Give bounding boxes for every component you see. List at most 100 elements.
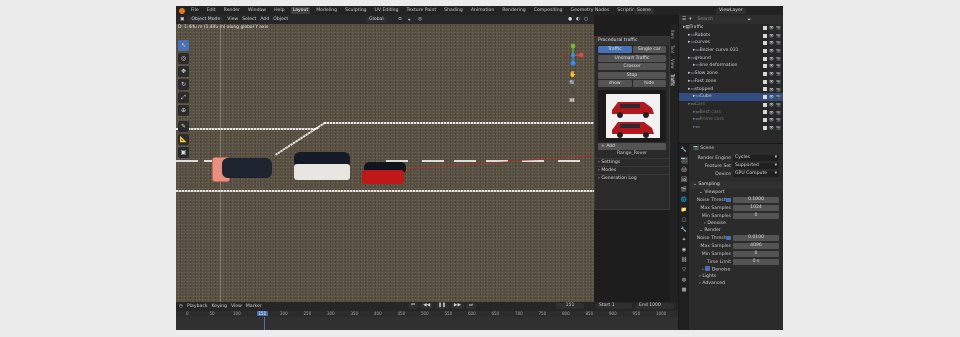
- snap-icon[interactable]: ⌖: [408, 17, 411, 23]
- transform-orientation-selector[interactable]: Global: [366, 16, 387, 23]
- outliner-row[interactable]: ▸ ▭ Cube 👁 📷: [679, 93, 783, 101]
- outliner-row[interactable]: ▸ ▤ Traffic 👁 📷: [679, 24, 783, 32]
- next-key-icon[interactable]: ▶▶: [450, 303, 464, 309]
- car-red[interactable]: [362, 170, 404, 184]
- current-frame-field[interactable]: 151: [556, 303, 584, 309]
- tab-sculpting[interactable]: Sculpting: [343, 7, 368, 14]
- single-car-button[interactable]: Single car: [632, 46, 666, 53]
- render-subpanel-header[interactable]: ⌄ Render: [690, 227, 783, 234]
- r-denoise-checkbox[interactable]: [705, 266, 710, 271]
- outliner-row[interactable]: ▸ ▭ stopped 👁 📷: [679, 86, 783, 94]
- rotate-tool-icon[interactable]: ↻: [178, 79, 189, 90]
- modes-section[interactable]: › Modes: [595, 166, 669, 174]
- timeline-body[interactable]: [176, 317, 678, 330]
- vp-max-samples-field[interactable]: 1024: [733, 205, 779, 211]
- vp-min-samples-field[interactable]: 0: [733, 213, 779, 219]
- menu-render[interactable]: Render: [222, 7, 242, 14]
- unsmart-traffic-button[interactable]: Unsmart Traffic: [598, 54, 666, 62]
- visibility-eye-icon[interactable]: 👁: [769, 62, 774, 70]
- r-min-samples-field[interactable]: 0: [733, 251, 779, 257]
- move-tool-icon[interactable]: ✥: [178, 66, 189, 77]
- render-camera-icon[interactable]: 📷: [776, 86, 781, 94]
- traffic-button[interactable]: Traffic: [598, 46, 632, 53]
- texture-props-icon[interactable]: ▩: [681, 287, 688, 294]
- visibility-eye-icon[interactable]: 👁: [769, 116, 774, 124]
- menu-window[interactable]: Window: [246, 7, 268, 14]
- render-camera-icon[interactable]: 📷: [776, 109, 781, 117]
- filter-icon[interactable]: ⏷: [747, 17, 751, 23]
- show-button[interactable]: show: [598, 80, 632, 87]
- prev-key-icon[interactable]: ◀◀: [420, 303, 434, 309]
- viewport-menu-select[interactable]: Select: [242, 17, 256, 22]
- tab-uv-editing[interactable]: UV Editing: [373, 7, 401, 14]
- r-denoise-subpanel[interactable]: › Denoise: [690, 266, 783, 273]
- tool-props-icon[interactable]: 🔧: [681, 147, 688, 154]
- menu-help[interactable]: Help: [272, 7, 286, 14]
- jump-start-icon[interactable]: ⏮: [408, 303, 419, 309]
- view-layer-selector[interactable]: ViewLayer: [716, 7, 746, 14]
- cursor-tool-icon[interactable]: ◎: [178, 53, 189, 64]
- proportional-edit-icon[interactable]: ◎: [418, 17, 422, 22]
- visibility-eye-icon[interactable]: 👁: [769, 101, 774, 109]
- timeline-editor-icon[interactable]: ◷: [179, 304, 183, 309]
- tab-geometry-nodes[interactable]: Geometry Nodes: [569, 7, 612, 14]
- tab-view[interactable]: View: [670, 59, 675, 69]
- render-camera-icon[interactable]: 📷: [776, 55, 781, 63]
- visibility-eye-icon[interactable]: 👁: [769, 32, 774, 40]
- modifier-props-icon[interactable]: 🔧: [681, 227, 688, 234]
- exclude-checkbox[interactable]: [763, 102, 767, 107]
- scene-selector[interactable]: Scene: [634, 7, 655, 14]
- select-tool-icon[interactable]: ↖: [178, 40, 189, 51]
- visibility-eye-icon[interactable]: 👁: [769, 24, 774, 32]
- menu-edit[interactable]: Edit: [205, 7, 218, 14]
- render-camera-icon[interactable]: 📷: [776, 62, 781, 70]
- visibility-eye-icon[interactable]: 👁: [769, 109, 774, 117]
- navigation-gizmo[interactable]: ✋ 🔍 🎥 ▦: [560, 42, 586, 102]
- visibility-eye-icon[interactable]: 👁: [769, 70, 774, 78]
- render-engine-dropdown[interactable]: Cycles: [733, 155, 779, 161]
- timeline-menu-keying[interactable]: Keying: [212, 304, 227, 309]
- feature-set-dropdown[interactable]: Supported: [733, 163, 779, 169]
- generation-log-section[interactable]: › Generation Log: [595, 174, 669, 182]
- outliner-row[interactable]: ▸ ▭ Prime cars 👁 📷: [679, 116, 783, 124]
- r-noise-threshold-field[interactable]: 0.0100: [733, 235, 779, 241]
- settings-section[interactable]: › Settings: [595, 158, 669, 166]
- blender-logo-icon[interactable]: [179, 7, 185, 14]
- viewport-shading-rendered-icon[interactable]: ○: [584, 17, 588, 22]
- render-camera-icon[interactable]: 📷: [776, 124, 781, 132]
- visibility-eye-icon[interactable]: 👁: [769, 55, 774, 63]
- exclude-checkbox[interactable]: [763, 95, 767, 100]
- annotate-tool-icon[interactable]: ✎: [178, 121, 189, 132]
- outliner-row[interactable]: ▸ ▭ Cars 👁 📷: [679, 101, 783, 109]
- outliner-editor-icon[interactable]: ☰: [682, 17, 686, 22]
- vp-noise-threshold-field[interactable]: 0.1000: [733, 197, 779, 203]
- panel-title[interactable]: Procedural traffic: [595, 37, 669, 45]
- particles-props-icon[interactable]: ✦: [681, 237, 688, 244]
- editor-type-icon[interactable]: ▣: [180, 17, 184, 22]
- transform-tool-icon[interactable]: ⊕: [178, 105, 189, 116]
- viewport-subpanel-header[interactable]: ⌄ Viewport: [690, 189, 783, 196]
- 3d-viewport[interactable]: D: 1.4ifu m (1.4ifu m) along global Y ax…: [176, 24, 594, 302]
- viewport-shading-solid-icon[interactable]: ●: [568, 17, 572, 22]
- asset-preview-box[interactable]: [598, 90, 666, 142]
- tab-modeling[interactable]: Modeling: [314, 7, 339, 14]
- outliner-row[interactable]: ▸ ▭ Bezier curve.031 👁 📷: [679, 47, 783, 55]
- visibility-eye-icon[interactable]: 👁: [769, 39, 774, 47]
- pause-icon[interactable]: ❚❚: [435, 303, 449, 309]
- tab-animation[interactable]: Animation: [469, 7, 496, 14]
- exclude-checkbox[interactable]: [763, 125, 767, 130]
- viewport-menu-view[interactable]: View: [227, 17, 238, 22]
- tab-shading[interactable]: Shading: [442, 7, 465, 14]
- view-layer-props-icon[interactable]: 🖼: [681, 177, 688, 184]
- device-dropdown[interactable]: GPU Compute: [733, 171, 779, 177]
- outliner-search-input[interactable]: Search: [694, 16, 745, 23]
- vp-denoise-subpanel[interactable]: › Denoise: [690, 220, 783, 227]
- r-max-samples-field[interactable]: 4096: [733, 243, 779, 249]
- data-props-icon[interactable]: ▽: [681, 267, 688, 274]
- material-props-icon[interactable]: ◍: [681, 277, 688, 284]
- render-camera-icon[interactable]: 📷: [776, 93, 781, 101]
- range-rover-thumbnail[interactable]: [606, 94, 660, 138]
- vp-noise-threshold-checkbox[interactable]: [726, 197, 731, 203]
- exclude-checkbox[interactable]: [763, 71, 767, 76]
- render-camera-icon[interactable]: 📷: [776, 47, 781, 55]
